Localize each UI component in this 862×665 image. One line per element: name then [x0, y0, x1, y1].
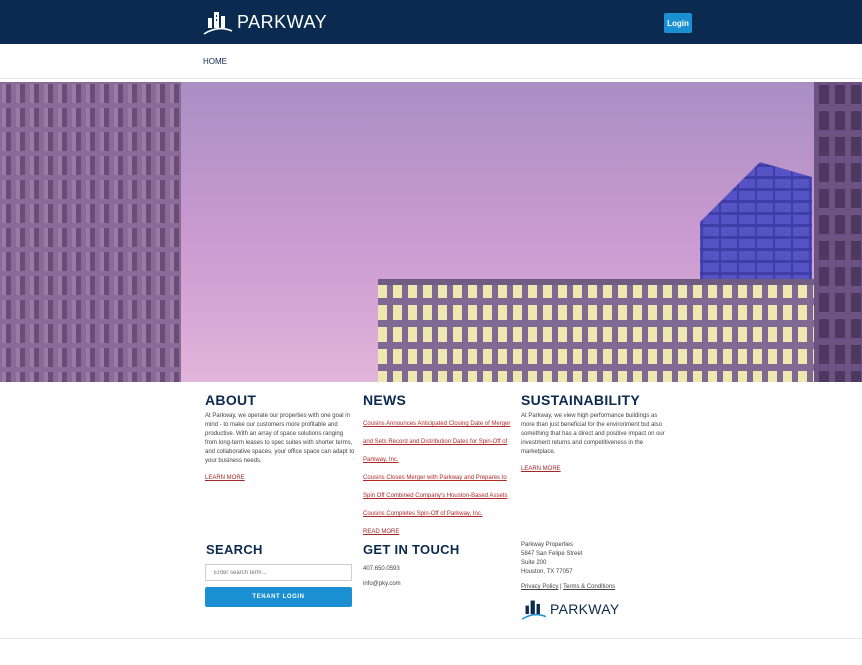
footer-logo-icon [521, 600, 547, 620]
sustainability-body: At Parkway, we view high performance bui… [521, 413, 665, 455]
search-section: SEARCH [206, 542, 263, 557]
parkway-logo-icon [203, 12, 233, 35]
tenant-login-button[interactable]: TENANT LOGIN [205, 587, 352, 607]
legal-separator: | [560, 584, 562, 590]
address-line-2: 5847 San Felipe Street [521, 551, 583, 557]
sustainability-title: SUSTAINABILITY [521, 392, 641, 408]
terms-conditions-link[interactable]: Terms & Conditions [563, 584, 615, 590]
news-item: Cousins Announces Anticipated Closing Da… [363, 412, 513, 466]
nav-home-link[interactable]: HOME [203, 57, 227, 66]
contact-title: GET IN TOUCH [363, 542, 460, 557]
about-section: ABOUT At Parkway, we operate our propert… [205, 392, 355, 484]
logo-text: PARKWAY [237, 11, 328, 32]
contact-email-link[interactable]: info@pky.com [363, 581, 401, 587]
contact-section: GET IN TOUCH [363, 542, 460, 557]
about-body: At Parkway, we operate our properties wi… [205, 413, 355, 464]
footer-divider [0, 638, 862, 639]
footer-parkway-logo[interactable]: PARKWAY [521, 598, 620, 620]
news-title: NEWS [363, 392, 407, 408]
news-list: Cousins Announces Anticipated Closing Da… [363, 412, 513, 520]
parkway-logo[interactable]: PARKWAY [203, 8, 327, 36]
news-item-link[interactable]: Cousins Announces Anticipated Closing Da… [363, 421, 510, 463]
about-learn-more-link[interactable]: LEARN MORE [205, 475, 245, 481]
privacy-policy-link[interactable]: Privacy Policy [521, 584, 558, 590]
news-section: NEWS Cousins Announces Anticipated Closi… [363, 392, 513, 538]
address-line-3: Suite 200 [521, 560, 547, 566]
sustainability-learn-more-link[interactable]: LEARN MORE [521, 466, 561, 472]
login-button[interactable]: Login [664, 13, 692, 33]
news-read-more-link[interactable]: READ MORE [363, 529, 399, 535]
hero-image [0, 82, 862, 382]
contact-phone: 407.650.0593 [363, 566, 400, 572]
hero-buildings-illustration [0, 82, 862, 382]
news-item: Cousins Completes Spin-Off of Parkway, I… [363, 502, 513, 520]
main-nav: HOME [0, 44, 862, 79]
footer-logo-text: PARKWAY [550, 601, 620, 617]
news-item-link[interactable]: Cousins Closes Merger with Parkway and P… [363, 475, 507, 499]
address-line-1: Parkway Properties [521, 542, 574, 548]
address-line-4: Houston, TX 77057 [521, 569, 573, 575]
about-title: ABOUT [205, 392, 257, 408]
news-item-link[interactable]: Cousins Completes Spin-Off of Parkway, I… [363, 511, 483, 517]
legal-links: Privacy Policy | Terms & Conditions [521, 584, 615, 590]
top-header-bar: PARKWAY Login [0, 0, 862, 44]
search-title: SEARCH [206, 542, 263, 557]
news-item: Cousins Closes Merger with Parkway and P… [363, 466, 513, 502]
search-input[interactable] [205, 564, 352, 581]
sustainability-section: SUSTAINABILITY At Parkway, we view high … [521, 392, 671, 475]
